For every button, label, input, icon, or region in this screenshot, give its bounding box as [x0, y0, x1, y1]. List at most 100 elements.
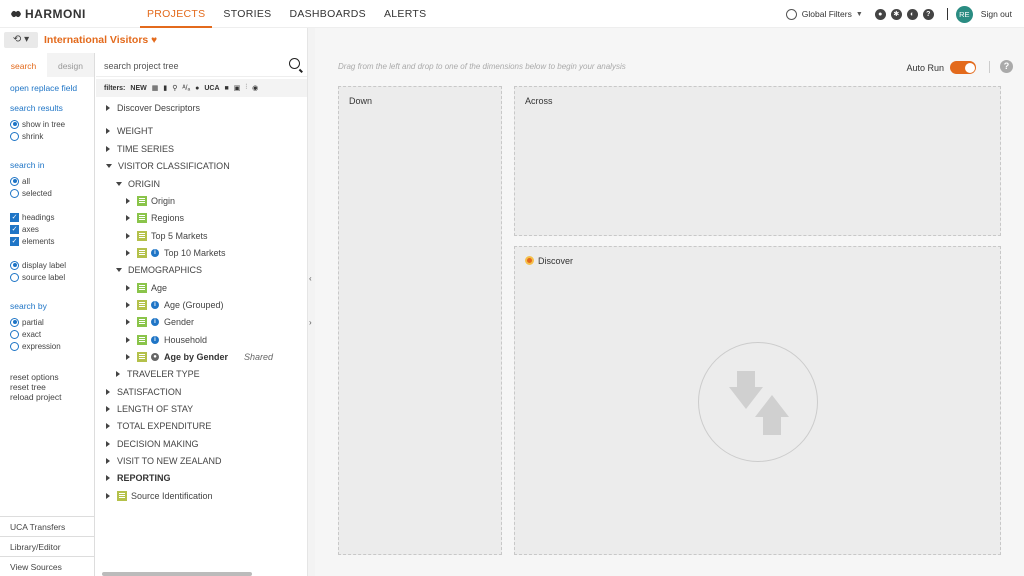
search-input[interactable]	[104, 58, 284, 73]
nav-dashboards[interactable]: DASHBOARDS	[282, 0, 373, 28]
discover-panel[interactable]: Discover	[514, 246, 1001, 555]
split-icon[interactable]: ⫶	[245, 84, 247, 92]
expand-icon[interactable]	[106, 105, 110, 111]
radio-exact[interactable]: exact	[0, 328, 94, 340]
drop-zone-across[interactable]: Across	[514, 86, 1001, 236]
expand-icon[interactable]	[126, 215, 130, 221]
user-icon[interactable]: ●	[195, 85, 199, 92]
checkbox-elements[interactable]: ✓ elements	[0, 235, 94, 247]
tree-node[interactable]: Source Identification	[106, 489, 213, 503]
library-editor-link[interactable]: Library/Editor	[0, 536, 94, 556]
tree-node[interactable]: Age	[126, 281, 167, 295]
contrast-icon[interactable]: ◐	[906, 8, 918, 20]
expand-icon[interactable]	[126, 337, 130, 343]
expand-icon[interactable]	[106, 423, 110, 429]
expand-icon[interactable]	[126, 319, 130, 325]
expand-icon[interactable]	[106, 389, 110, 395]
tree-node[interactable]: i Gender	[126, 315, 194, 329]
expand-icon[interactable]	[126, 198, 130, 204]
expand-icon[interactable]	[106, 475, 110, 481]
history-button[interactable]: ⟲ ▾	[4, 32, 38, 48]
horizontal-scrollbar[interactable]	[102, 572, 252, 576]
radio-show-in-tree[interactable]: show in tree	[0, 118, 94, 130]
auto-run-toggle[interactable]	[950, 61, 976, 74]
expand-icon[interactable]	[126, 354, 130, 360]
export-icon[interactable]: ▣	[234, 84, 241, 92]
info-icon[interactable]: i	[151, 318, 159, 326]
tree-node[interactable]: WEIGHT	[106, 124, 153, 138]
reset-tree-link[interactable]: reset tree	[0, 382, 94, 392]
expand-icon[interactable]	[106, 146, 110, 152]
expand-icon[interactable]	[106, 458, 110, 464]
heart-icon[interactable]: ♥	[151, 35, 157, 46]
tree-node[interactable]: DECISION MAKING	[106, 437, 199, 451]
collapse-icon[interactable]	[116, 268, 122, 272]
collapse-icon[interactable]	[106, 164, 112, 168]
tree-node[interactable]: TOTAL EXPENDITURE	[106, 419, 211, 433]
open-replace-link[interactable]: open replace field	[0, 83, 94, 93]
tree-node[interactable]: REPORTING	[106, 471, 171, 485]
info-icon[interactable]: i	[151, 249, 159, 257]
drop-zone-down[interactable]: Down	[338, 86, 502, 555]
reload-project-link[interactable]: reload project	[0, 392, 94, 402]
tree-node[interactable]: DEMOGRAPHICS	[116, 263, 202, 277]
radio-display-label[interactable]: display label	[0, 259, 94, 271]
globe-icon[interactable]	[785, 8, 797, 20]
tree-node[interactable]: LENGTH OF STAY	[106, 402, 193, 416]
avatar[interactable]: RE	[955, 5, 973, 23]
expand-icon[interactable]	[126, 302, 130, 308]
eye-icon[interactable]: ●	[874, 8, 886, 20]
folder-icon[interactable]: ■	[225, 85, 229, 92]
pin-icon[interactable]: ⚲	[172, 84, 177, 92]
radio-all[interactable]: all	[0, 175, 94, 187]
chevron-right-icon[interactable]: ›	[309, 318, 312, 327]
expand-icon[interactable]	[106, 441, 110, 447]
radio-selected[interactable]: selected	[0, 187, 94, 199]
tree-node[interactable]: ORIGIN	[116, 177, 160, 191]
harmoni-logo[interactable]: HARMONI	[10, 7, 86, 21]
tree-node[interactable]: TIME SERIES	[106, 142, 174, 156]
radio-source-label[interactable]: source label	[0, 271, 94, 283]
tree-node[interactable]: VISIT TO NEW ZEALAND	[106, 454, 222, 468]
expand-icon[interactable]	[106, 493, 110, 499]
nav-projects[interactable]: PROJECTS	[140, 0, 213, 28]
uca-transfers-link[interactable]: UCA Transfers	[0, 516, 94, 536]
filter-uca-button[interactable]: UCA	[204, 85, 219, 92]
panel-splitter[interactable]: ‹ ›	[307, 28, 315, 576]
tree-node[interactable]: i Top 10 Markets	[126, 246, 226, 260]
help-icon[interactable]: ?	[922, 8, 934, 20]
reset-options-link[interactable]: reset options	[0, 372, 94, 382]
tree-node[interactable]: ● Age by Gender Shared	[126, 350, 273, 364]
checkbox-headings[interactable]: ✓ headings	[0, 211, 94, 223]
filter-new-button[interactable]: NEW	[130, 85, 146, 92]
tree-node[interactable]: SATISFACTION	[106, 385, 181, 399]
expand-icon[interactable]	[126, 285, 130, 291]
collapse-icon[interactable]	[116, 182, 122, 186]
brain-icon[interactable]: ✱	[890, 8, 902, 20]
sign-out-link[interactable]: Sign out	[981, 9, 1012, 19]
expand-icon[interactable]	[106, 128, 110, 134]
expand-icon[interactable]	[116, 371, 120, 377]
help-icon[interactable]: ?	[1000, 60, 1013, 73]
grid-icon[interactable]: ▦	[152, 84, 159, 92]
tree-node[interactable]: i Age (Grouped)	[126, 298, 224, 312]
radio-shrink[interactable]: shrink	[0, 130, 94, 142]
info-icon[interactable]: i	[151, 301, 159, 309]
tree-node[interactable]: Discover Descriptors	[106, 101, 200, 115]
radio-expression[interactable]: expression	[0, 340, 94, 352]
view-sources-link[interactable]: View Sources	[0, 556, 94, 576]
tree-node[interactable]: i Household	[126, 333, 207, 347]
nav-stories[interactable]: STORIES	[216, 0, 278, 28]
tree-node[interactable]: Origin	[126, 194, 175, 208]
column-icon[interactable]: ▮	[163, 84, 167, 92]
radio-partial[interactable]: partial	[0, 316, 94, 328]
tab-search[interactable]: search	[0, 53, 47, 77]
expand-icon[interactable]	[106, 406, 110, 412]
info-icon[interactable]: i	[151, 336, 159, 344]
global-filters-button[interactable]: Global Filters	[802, 9, 852, 19]
expand-icon[interactable]	[126, 233, 130, 239]
case-filter-button[interactable]: ᴬ/ₐ	[182, 85, 190, 92]
tree-node[interactable]: Top 5 Markets	[126, 229, 208, 243]
tree-node[interactable]: Regions	[126, 211, 184, 225]
checkbox-axes[interactable]: ✓ axes	[0, 223, 94, 235]
